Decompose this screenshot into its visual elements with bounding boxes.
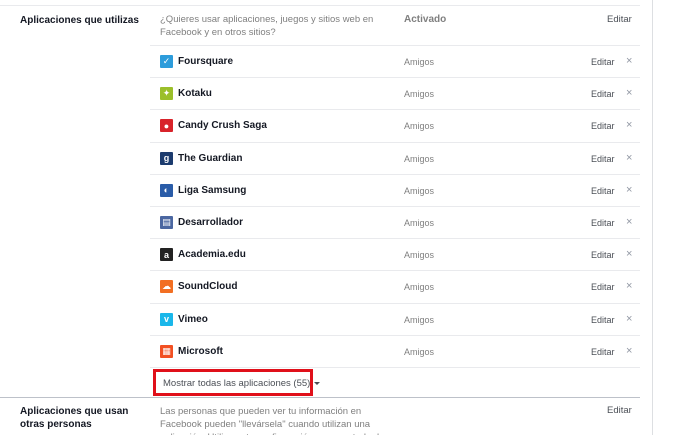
app-name[interactable]: Microsoft bbox=[178, 346, 223, 357]
app-row: ◐ Liga Samsung Amigos Editar × bbox=[150, 173, 640, 206]
foursquare-icon: ✓ bbox=[160, 55, 173, 68]
app-audience: Amigos bbox=[404, 121, 435, 132]
app-audience: Amigos bbox=[404, 89, 435, 100]
apps-you-use-edit-button[interactable]: Editar bbox=[607, 14, 632, 25]
soundcloud-icon: ☁ bbox=[160, 280, 173, 294]
app-edit-button[interactable]: Editar bbox=[591, 282, 615, 292]
apps-you-use-label: Aplicaciones que utilizas bbox=[20, 15, 139, 26]
apps-others-use-edit-button[interactable]: Editar bbox=[607, 405, 632, 416]
app-name[interactable]: SoundCloud bbox=[178, 281, 237, 292]
app-list: ✓ Foursquare Amigos Editar × ✦ Kotaku Amigos Edi… bbox=[150, 45, 640, 367]
section-divider bbox=[0, 397, 640, 398]
microsoft-icon: ▦ bbox=[160, 344, 173, 358]
app-row: ✦ Kotaku Amigos Editar × bbox=[150, 77, 640, 109]
right-border bbox=[652, 0, 653, 435]
remove-app-icon[interactable]: × bbox=[626, 313, 632, 325]
show-all-row: Mostrar todas las aplicaciones (55) bbox=[150, 367, 640, 397]
apps-others-use-description: Las personas que pueden ver tu informaci… bbox=[160, 406, 389, 435]
app-row: g The Guardian Amigos Editar × bbox=[150, 141, 640, 174]
app-audience: Amigos bbox=[404, 153, 435, 164]
app-row: ✓ Foursquare Amigos Editar × bbox=[150, 45, 640, 77]
remove-app-icon[interactable]: × bbox=[626, 119, 632, 131]
apps-you-use-description: ¿Quieres usar aplicaciones, juegos y sit… bbox=[160, 14, 374, 38]
highlight-box: Mostrar todas las aplicaciones (55) bbox=[153, 369, 321, 396]
app-edit-button[interactable]: Editar bbox=[591, 250, 615, 260]
app-audience: Amigos bbox=[404, 250, 435, 261]
kotaku-icon: ✦ bbox=[160, 87, 173, 101]
vimeo-icon: v bbox=[160, 312, 173, 326]
remove-app-icon[interactable]: × bbox=[626, 55, 632, 67]
app-edit-button[interactable]: Editar bbox=[591, 57, 615, 67]
remove-app-icon[interactable]: × bbox=[626, 345, 632, 357]
apps-others-use-label: Aplicaciones que usan otras personas bbox=[20, 406, 129, 430]
remove-app-icon[interactable]: × bbox=[626, 280, 632, 292]
app-row: ● Candy Crush Saga Amigos Editar × bbox=[150, 109, 640, 141]
app-edit-button[interactable]: Editar bbox=[591, 186, 615, 196]
developer-icon: ▤ bbox=[160, 215, 173, 229]
app-name[interactable]: The Guardian bbox=[178, 153, 242, 164]
guardian-icon: g bbox=[160, 151, 173, 165]
academia-icon: a bbox=[160, 248, 173, 262]
app-audience: Amigos bbox=[404, 217, 435, 228]
show-all-apps-button[interactable]: Mostrar todas las aplicaciones (55) bbox=[163, 378, 321, 389]
remove-app-icon[interactable]: × bbox=[626, 216, 632, 228]
app-name[interactable]: Vimeo bbox=[178, 314, 208, 325]
remove-app-icon[interactable]: × bbox=[626, 87, 632, 99]
app-edit-button[interactable]: Editar bbox=[591, 347, 615, 357]
app-name[interactable]: Foursquare bbox=[178, 56, 233, 67]
app-name[interactable]: Academia.edu bbox=[178, 249, 246, 260]
remove-app-icon[interactable]: × bbox=[626, 184, 632, 196]
app-name[interactable]: Kotaku bbox=[178, 88, 212, 99]
show-all-apps-label: Mostrar todas las aplicaciones (55) bbox=[163, 378, 311, 389]
app-audience: Amigos bbox=[404, 57, 435, 67]
app-name[interactable]: Candy Crush Saga bbox=[178, 120, 267, 131]
app-edit-button[interactable]: Editar bbox=[591, 89, 615, 99]
app-edit-button[interactable]: Editar bbox=[591, 218, 615, 228]
app-row: ☁ SoundCloud Amigos Editar × bbox=[150, 270, 640, 302]
app-name[interactable]: Desarrollador bbox=[178, 217, 243, 228]
app-row: a Academia.edu Amigos Editar × bbox=[150, 238, 640, 270]
candy-crush-icon: ● bbox=[160, 119, 173, 133]
liga-samsung-icon: ◐ bbox=[160, 183, 173, 197]
app-audience: Amigos bbox=[404, 185, 435, 196]
app-edit-button[interactable]: Editar bbox=[591, 315, 615, 325]
platform-status: Activado bbox=[404, 14, 447, 25]
app-edit-button[interactable]: Editar bbox=[591, 154, 615, 164]
top-divider bbox=[0, 5, 640, 6]
remove-app-icon[interactable]: × bbox=[626, 248, 632, 260]
app-row: ▤ Desarrollador Amigos Editar × bbox=[150, 205, 640, 238]
app-audience: Amigos bbox=[404, 282, 435, 293]
app-edit-button[interactable]: Editar bbox=[591, 121, 615, 131]
app-name[interactable]: Liga Samsung bbox=[178, 185, 246, 196]
app-row: v Vimeo Amigos Editar × bbox=[150, 302, 640, 335]
app-audience: Amigos bbox=[404, 346, 435, 357]
remove-app-icon[interactable]: × bbox=[626, 152, 632, 164]
caret-down-icon bbox=[314, 381, 321, 385]
app-settings-page: Aplicaciones que utilizas ¿Quieres usar … bbox=[0, 0, 686, 435]
app-row: ▦ Microsoft Amigos Editar × bbox=[150, 334, 640, 367]
app-audience: Amigos bbox=[404, 314, 435, 325]
